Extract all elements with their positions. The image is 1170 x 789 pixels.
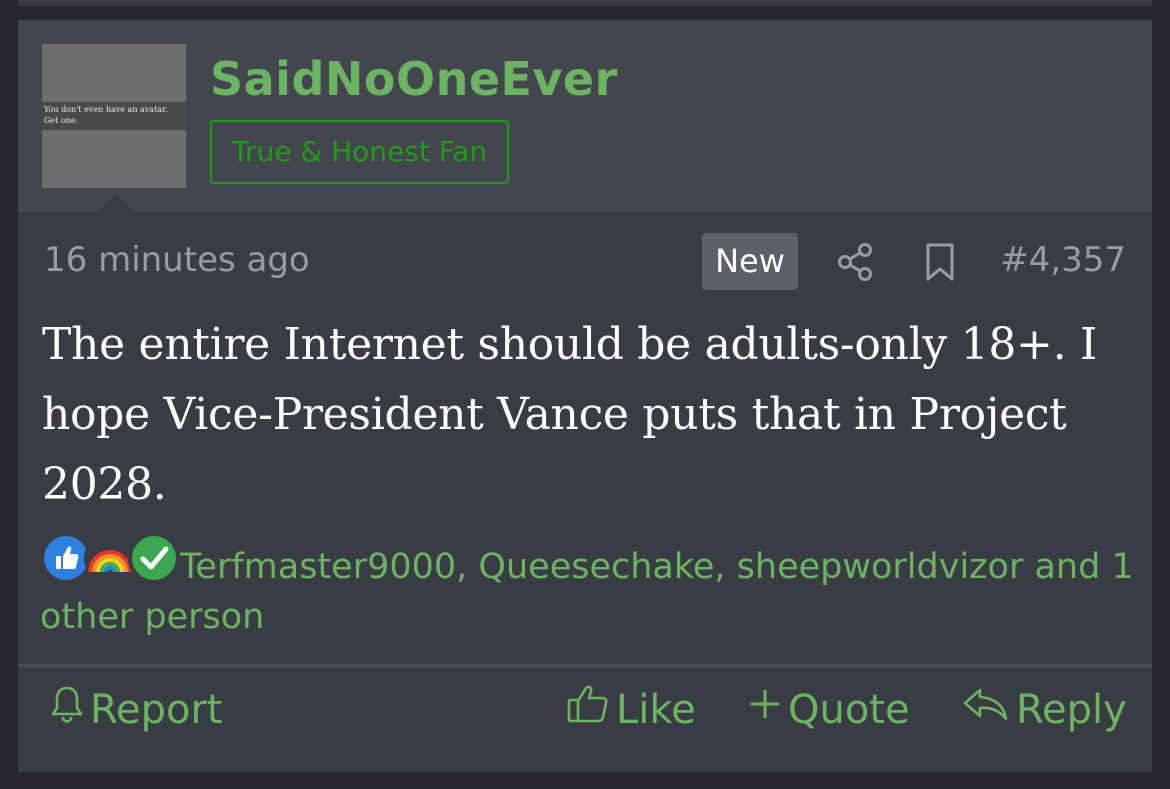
- share-icon[interactable]: [836, 242, 876, 286]
- header-pointer: [98, 194, 134, 212]
- like-label: Like: [616, 687, 696, 733]
- quote-label: Quote: [788, 687, 910, 733]
- checkmark-icon: [128, 532, 180, 584]
- avatar-placeholder-text: You don't even have an avatar. Get one.: [42, 102, 186, 130]
- bell-icon: [50, 684, 90, 737]
- bookmark-icon[interactable]: [924, 242, 956, 286]
- reply-arrow-icon: [962, 684, 1016, 737]
- quote-button[interactable]: Quote: [748, 684, 910, 736]
- forum-post: You don't even have an avatar. Get one. …: [18, 20, 1152, 772]
- user-header: You don't even have an avatar. Get one. …: [18, 20, 1152, 212]
- thumbs-up-outline-icon: [566, 683, 616, 738]
- plus-icon: [748, 684, 788, 737]
- previous-post-edge: [18, 0, 1152, 6]
- reply-label: Reply: [1016, 687, 1127, 733]
- new-badge: New: [702, 233, 798, 290]
- reaction-icons[interactable]: [40, 528, 180, 588]
- reply-button[interactable]: Reply: [962, 684, 1127, 736]
- post-number-link[interactable]: #4,357: [1000, 240, 1126, 280]
- report-label: Report: [90, 687, 223, 733]
- username[interactable]: SaidNoOneEver: [210, 52, 618, 106]
- avatar[interactable]: You don't even have an avatar. Get one.: [42, 44, 186, 188]
- post-timestamp[interactable]: 16 minutes ago: [44, 240, 310, 280]
- user-title-badge: True & Honest Fan: [210, 120, 510, 184]
- reaction-users-link[interactable]: Terfmaster9000, Queesechake, sheepworldv…: [40, 542, 1140, 642]
- post-message: The entire Internet should be adults-onl…: [42, 319, 1098, 510]
- like-button[interactable]: Like: [566, 684, 696, 736]
- footer-divider: [18, 664, 1152, 667]
- report-button[interactable]: Report: [50, 684, 223, 736]
